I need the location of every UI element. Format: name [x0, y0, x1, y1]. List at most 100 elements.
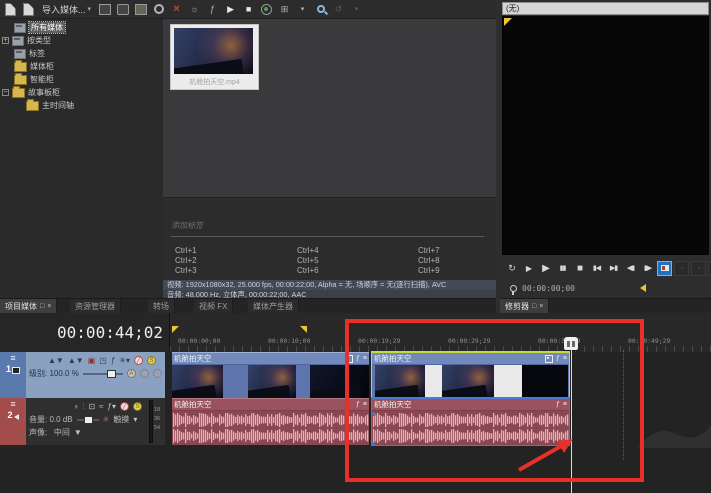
tree-item-by-type[interactable]: + 按类型	[2, 34, 51, 47]
tab-trimmer[interactable]: 修剪器 □ ×	[500, 299, 549, 313]
video-event-1[interactable]: 机舱拍天空 ƒ ≡	[172, 352, 369, 398]
audio-track-strip[interactable]: ≡ 2	[0, 398, 26, 445]
properties-icon[interactable]	[97, 2, 112, 16]
tab-explorer[interactable]: 资源管理器	[70, 299, 121, 313]
import-media-button[interactable]: 导入媒体... ▾	[39, 3, 94, 16]
automation-settings-icon[interactable]: A	[127, 369, 136, 378]
audio-event-1[interactable]: 机舱拍天空 ƒ ≡	[172, 398, 369, 445]
chevron-down-icon[interactable]: ▾	[88, 5, 92, 13]
record-icon[interactable]	[259, 2, 274, 16]
go-to-start-icon[interactable]: ▮◀	[589, 261, 604, 276]
tree-item-all-media[interactable]: 所有媒体	[14, 21, 65, 34]
close-icon[interactable]: ×	[47, 303, 51, 310]
loop-playback-icon[interactable]: ↻	[504, 261, 519, 276]
tab-media-generators[interactable]: 媒体产生器	[248, 299, 299, 313]
video-track-header[interactable]: ≡ 1 ▲▼ ▲▼ ▣ ◳ ƒ ✳▾ ╱ S 级别: 100.0 % A	[0, 352, 165, 398]
trimmer-media-selector[interactable]: (无)	[502, 2, 709, 15]
bypass-motion-icon[interactable]: ▣	[88, 356, 96, 365]
tree-item-main-timeline[interactable]: 主时间轴	[26, 99, 74, 112]
loop-region-end-icon[interactable]	[300, 326, 307, 333]
tab-label: 媒体产生器	[253, 301, 293, 312]
stop-icon[interactable]: ■	[241, 2, 256, 16]
track-motion-icon[interactable]: ◳	[99, 356, 107, 365]
expand-track-icon[interactable]: ▲▼	[48, 356, 64, 365]
media-properties-gear-icon[interactable]: ☼	[187, 2, 202, 16]
main-toolbar: 导入媒体... ▾ × ☼ ƒ ▶ ■ ⊞ ▾ ↺ ▾	[0, 0, 496, 19]
arm-record-mic-icon[interactable]: ♦	[74, 402, 78, 411]
capture-video-icon[interactable]	[115, 2, 130, 16]
next-frame-icon[interactable]: ▮▶	[640, 261, 655, 276]
go-to-end-icon[interactable]: ▶▮	[606, 261, 621, 276]
level-slider-knob[interactable]	[107, 370, 116, 378]
mute-track-icon[interactable]: ╱	[134, 356, 143, 365]
search-icon[interactable]	[313, 2, 328, 16]
volume-slider-knob[interactable]	[84, 416, 93, 424]
tree-item-media-bin[interactable]: 媒体柜	[14, 60, 54, 73]
play-icon[interactable]: ▶	[223, 2, 238, 16]
media-thumbnail-card[interactable]: 机舱拍天空.mp4	[170, 24, 259, 90]
automation-flower-icon[interactable]: ✳	[103, 415, 110, 424]
video-event-header[interactable]: 机舱拍天空 ƒ ≡	[172, 353, 369, 365]
open-project-icon[interactable]	[21, 2, 36, 16]
track-fx-icon[interactable]: ƒ	[111, 356, 115, 365]
chevron-down-icon[interactable]: ▾	[133, 415, 137, 424]
track-meter-icon[interactable]: ⊡	[88, 402, 95, 411]
automation-mode[interactable]: 触摸	[113, 414, 129, 425]
trimmer-transport-bar: ↻ ▶ ▶ ▮▮ ■ ▮◀ ▶▮ ◀▮ ▮▶ ▫ ▫ ▫	[502, 258, 709, 278]
overwrite-mode-icon[interactable]	[657, 261, 672, 276]
tree-item-label: 所有媒体	[29, 22, 65, 33]
close-icon[interactable]: ×	[539, 303, 543, 310]
track-menu-icon[interactable]: ≡	[10, 354, 15, 362]
track-fx-icon[interactable]: ƒ▾	[108, 402, 116, 411]
minimize-icon[interactable]: □	[532, 303, 536, 310]
tab-project-media[interactable]: 项目媒体 □ ×	[0, 299, 57, 313]
tab-transitions[interactable]: 转场	[148, 299, 175, 313]
extract-audio-icon[interactable]	[151, 2, 166, 16]
solo-track-icon[interactable]: S	[147, 356, 156, 365]
solo-track-icon[interactable]: S	[133, 402, 142, 411]
compositing-mode-icon[interactable]: ✳▾	[119, 356, 130, 365]
play-icon[interactable]: ▶	[538, 261, 553, 276]
mute-track-icon[interactable]: ╱	[120, 402, 129, 411]
audio-event-header[interactable]: 机舱拍天空 ƒ ≡	[172, 399, 369, 411]
get-photo-icon[interactable]	[133, 2, 148, 16]
tree-item-storyboard-bin[interactable]: − 故事板柜	[2, 86, 60, 99]
minimize-icon[interactable]: □	[40, 303, 44, 310]
stop-icon[interactable]: ■	[572, 261, 587, 276]
volume-slider[interactable]	[77, 419, 99, 421]
new-project-icon[interactable]	[3, 2, 18, 16]
views-grid-icon[interactable]: ⊞	[277, 2, 292, 16]
shortcut-label: Ctrl+4	[297, 246, 319, 255]
pause-icon[interactable]: ▮▮	[555, 261, 570, 276]
pan-dropdown-icon[interactable]: ▼	[74, 428, 82, 437]
media-fx-icon[interactable]: ƒ	[205, 2, 220, 16]
tree-item-tags[interactable]: 标签	[14, 47, 45, 60]
tab-video-fx[interactable]: 视频 FX	[194, 299, 233, 313]
shortcut-label: Ctrl+6	[297, 266, 319, 275]
minimize-track-icon[interactable]: ▲▼	[68, 356, 84, 365]
trimmer-preview-area[interactable]	[502, 16, 709, 255]
level-slider[interactable]	[83, 373, 123, 375]
video-track-strip[interactable]: ≡ 1	[0, 352, 26, 398]
expand-plus-icon[interactable]: +	[2, 37, 9, 44]
views-dropdown-icon[interactable]: ▾	[295, 2, 310, 16]
video-event-body	[172, 365, 369, 398]
audio-track-header[interactable]: ≡ 2 ♦ ⁞ ⊡ ≈ ƒ▾ ╱ S 音量: 0.0 dB ✳ 触摸	[0, 398, 165, 445]
remove-media-icon[interactable]: ×	[169, 2, 184, 16]
tree-item-smart-bin[interactable]: 智能柜	[14, 73, 54, 86]
timeline-current-time[interactable]: 00:00:44;02	[0, 313, 170, 352]
shortcut-label: Ctrl+7	[418, 246, 440, 255]
play-from-start-icon[interactable]: ▶	[521, 261, 536, 276]
waveform-icon[interactable]: ≈	[99, 402, 103, 411]
position-pin-icon	[510, 285, 517, 292]
track-menu-icon[interactable]: ≡	[10, 400, 15, 408]
previous-frame-icon[interactable]: ◀▮	[623, 261, 638, 276]
video-frame-thumb	[172, 365, 223, 398]
expand-minus-icon[interactable]: −	[2, 89, 9, 96]
media-thumbnail-image	[174, 28, 253, 74]
pan-value: 中间	[54, 428, 70, 437]
add-tag-input[interactable]: 添加标签	[171, 220, 484, 237]
input-monitor-icon[interactable]: ⁞	[82, 402, 84, 411]
undo-dropdown-icon: ▾	[349, 2, 364, 16]
loop-region-start-icon[interactable]	[172, 326, 179, 333]
